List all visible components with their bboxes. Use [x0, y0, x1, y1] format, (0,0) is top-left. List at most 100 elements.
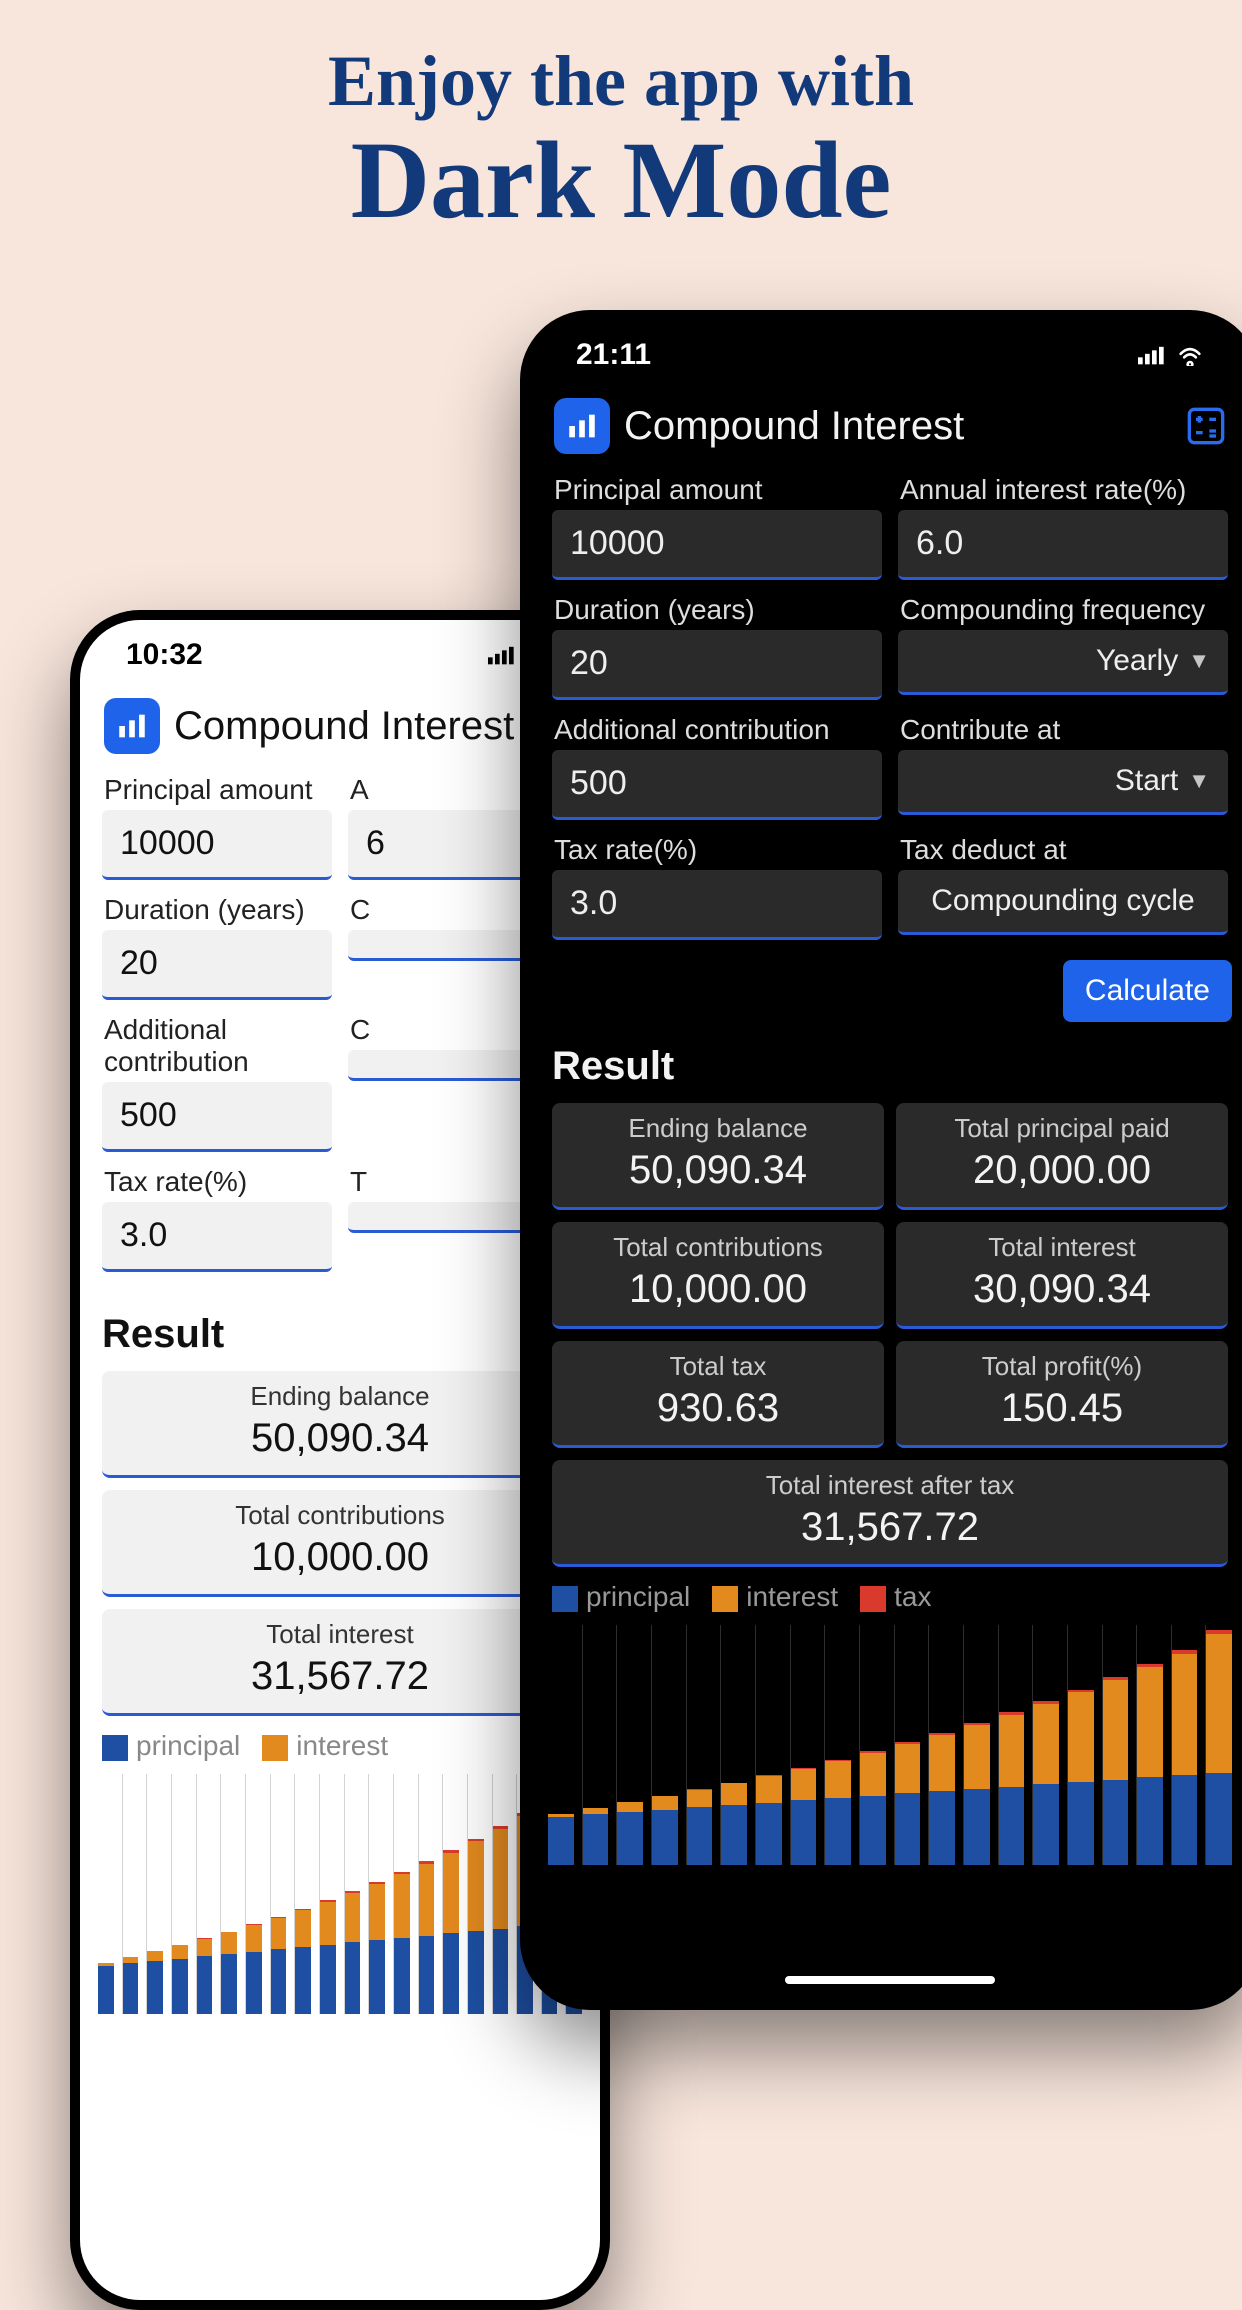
input-rate[interactable]: 6.0 — [898, 510, 1228, 580]
chart-bar — [1032, 1625, 1059, 1865]
chart-bar — [1136, 1625, 1163, 1865]
card-total-principal: Total principal paid 20,000.00 — [896, 1103, 1228, 1210]
select-tax-at-value: Compounding cycle — [931, 884, 1194, 918]
chart-bar — [686, 1625, 713, 1865]
legend-tax: tax — [894, 1581, 931, 1612]
chart-bar — [582, 1625, 609, 1865]
card-total-profit: Total profit(%) 150.45 — [896, 1341, 1228, 1448]
rc-label: Total profit(%) — [904, 1351, 1220, 1382]
calculate-button[interactable]: Calculate — [1063, 960, 1232, 1022]
input-principal[interactable]: 10000 — [552, 510, 882, 580]
legend-interest: interest — [746, 1581, 838, 1612]
chart-bar — [998, 1625, 1025, 1865]
chevron-down-icon: ▼ — [1188, 768, 1210, 794]
rc-value: 20,000.00 — [904, 1148, 1220, 1193]
card-total-interest: Total interest 30,090.34 — [896, 1222, 1228, 1329]
chart-bar — [196, 1774, 213, 2014]
chart-bar — [220, 1774, 237, 2014]
rc-label: Ending balance — [110, 1381, 570, 1412]
app-icon — [554, 398, 610, 454]
status-time: 10:32 — [126, 638, 203, 672]
rc-value: 30,090.34 — [904, 1267, 1220, 1312]
signal-icon — [1138, 344, 1166, 366]
chart-bar — [467, 1774, 484, 2014]
chart-bar — [344, 1774, 361, 2014]
swatch-principal — [102, 1735, 128, 1761]
chart-bar — [1067, 1625, 1094, 1865]
chart-bar — [368, 1774, 385, 2014]
chart-bar — [894, 1625, 921, 1865]
input-tax[interactable]: 3.0 — [102, 1202, 332, 1272]
label-principal: Principal amount — [102, 768, 332, 810]
headline-line1: Enjoy the app with — [0, 40, 1242, 123]
select-contrib-at[interactable]: Start ▼ — [898, 750, 1228, 815]
bar-chart-icon — [115, 709, 149, 743]
marketing-headline: Enjoy the app with Dark Mode — [0, 0, 1242, 239]
select-freq-value: Yearly — [1096, 644, 1178, 678]
rc-value: 50,090.34 — [560, 1148, 876, 1193]
chart-bar — [146, 1774, 163, 2014]
input-contrib[interactable]: 500 — [552, 750, 882, 820]
input-duration[interactable]: 20 — [102, 930, 332, 1000]
label-contrib-at: Contribute at — [898, 708, 1228, 750]
select-tax-at[interactable]: Compounding cycle — [898, 870, 1228, 935]
app-title: Compound Interest — [174, 704, 514, 749]
rc-value: 50,090.34 — [110, 1416, 570, 1461]
chart-bar — [1205, 1625, 1232, 1865]
swatch-tax — [860, 1586, 886, 1612]
chart-legend-light: principal interest — [98, 1716, 582, 1768]
card-total-contrib: Total contributions 10,000.00 — [552, 1222, 884, 1329]
card-ending-balance: Ending balance 50,090.34 — [552, 1103, 884, 1210]
chart-bar — [270, 1774, 287, 2014]
chart-bar — [720, 1625, 747, 1865]
app-icon — [104, 698, 160, 754]
app-bar-dark: Compound Interest — [548, 390, 1232, 468]
form-light: Principal amount 10000 A 6 Duration (yea… — [98, 768, 582, 1272]
rc-value: 930.63 — [560, 1386, 876, 1431]
select-contrib-at-value: Start — [1115, 764, 1178, 798]
legend-principal: principal — [586, 1581, 690, 1612]
signal-icon — [488, 644, 516, 666]
card-total-tax: Total tax 930.63 — [552, 1341, 884, 1448]
result-title-dark: Result — [548, 1034, 1232, 1103]
select-freq[interactable]: Yearly ▼ — [898, 630, 1228, 695]
input-duration[interactable]: 20 — [552, 630, 882, 700]
calculator-toggle-icon[interactable] — [1186, 406, 1226, 446]
status-icons — [1138, 344, 1204, 366]
rc-label: Total contributions — [560, 1232, 876, 1263]
label-tax-at: Tax deduct at — [898, 828, 1228, 870]
input-principal[interactable]: 10000 — [102, 810, 332, 880]
chart-bar — [122, 1774, 139, 2014]
chart-bar — [963, 1625, 990, 1865]
chart-bar — [442, 1774, 459, 2014]
chart-bar — [1102, 1625, 1129, 1865]
chart-bar — [245, 1774, 262, 2014]
rc-label: Ending balance — [560, 1113, 876, 1144]
chart-bar — [98, 1774, 114, 2014]
chart-bar — [824, 1625, 851, 1865]
label-rate: Annual interest rate(%) — [898, 468, 1228, 510]
phone-dark: 21:11 Compound Interest Principal amount… — [520, 310, 1242, 2010]
card-interest-after-tax: Total interest after tax 31,567.72 — [552, 1460, 1228, 1567]
input-tax[interactable]: 3.0 — [552, 870, 882, 940]
chart-bar — [171, 1774, 188, 2014]
rc-label: Total principal paid — [904, 1113, 1220, 1144]
card-total-interest-light: Total interest 31,567.72 — [102, 1609, 578, 1716]
swatch-interest — [712, 1586, 738, 1612]
chevron-down-icon: ▼ — [1188, 648, 1210, 674]
chart-bar — [492, 1774, 509, 2014]
label-contrib: Additional contribution — [552, 708, 882, 750]
home-indicator — [785, 1976, 995, 1984]
input-contrib[interactable]: 500 — [102, 1082, 332, 1152]
headline-line2: Dark Mode — [0, 123, 1242, 239]
rc-value: 10,000.00 — [110, 1535, 570, 1580]
status-bar-light: 10:32 — [98, 620, 582, 690]
label-duration: Duration (years) — [102, 888, 332, 930]
rc-value: 10,000.00 — [560, 1267, 876, 1312]
result-title-light: Result — [98, 1302, 582, 1371]
chart-bar — [616, 1625, 643, 1865]
legend-interest: interest — [296, 1730, 388, 1761]
card-total-contrib-light: Total contributions 10,000.00 — [102, 1490, 578, 1597]
chart-bar — [1171, 1625, 1198, 1865]
rc-label: Total interest — [110, 1619, 570, 1650]
